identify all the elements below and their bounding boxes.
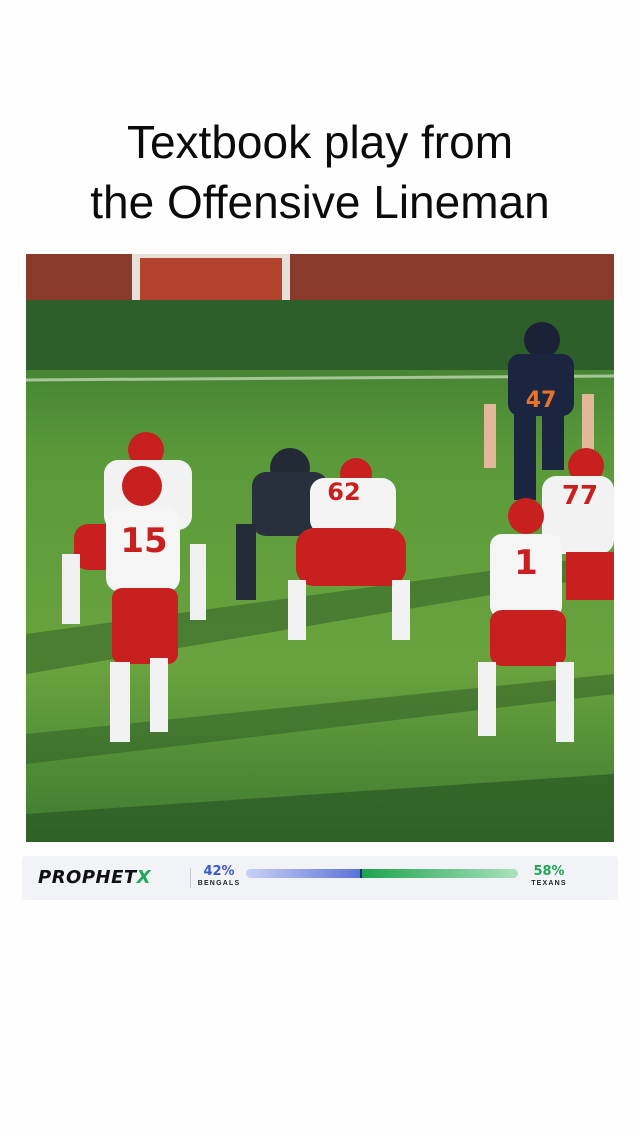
post-title: Textbook play from the Offensive Lineman (0, 112, 640, 232)
divider (190, 868, 191, 888)
svg-text:47: 47 (526, 388, 557, 413)
poll-segment-right (362, 869, 518, 878)
svg-text:77: 77 (562, 481, 598, 511)
team-left-percent: 42% (203, 864, 235, 879)
video-player[interactable]: 47 77 62 15 1 (26, 254, 614, 842)
prophetx-logo: PROPHETX (38, 867, 152, 888)
team-right-name: TEXANS (531, 880, 567, 887)
team-left[interactable]: 42% BENGALS (196, 864, 242, 889)
team-left-name: BENGALS (197, 880, 241, 887)
svg-text:62: 62 (327, 478, 360, 506)
team-right-percent: 58% (533, 864, 565, 879)
svg-text:15: 15 (120, 521, 167, 561)
poll-segment-left (246, 869, 361, 878)
football-video-frame: 47 77 62 15 1 (26, 254, 614, 842)
poll-progress-track (246, 869, 518, 878)
prophetx-poll-bar[interactable]: PROPHETX 42% BENGALS 58% TEXANS (22, 856, 618, 900)
team-right[interactable]: 58% TEXANS (524, 864, 574, 889)
post-title-line-2: the Offensive Lineman (90, 176, 550, 228)
svg-text:1: 1 (514, 543, 538, 583)
post-title-line-1: Textbook play from (126, 116, 514, 168)
